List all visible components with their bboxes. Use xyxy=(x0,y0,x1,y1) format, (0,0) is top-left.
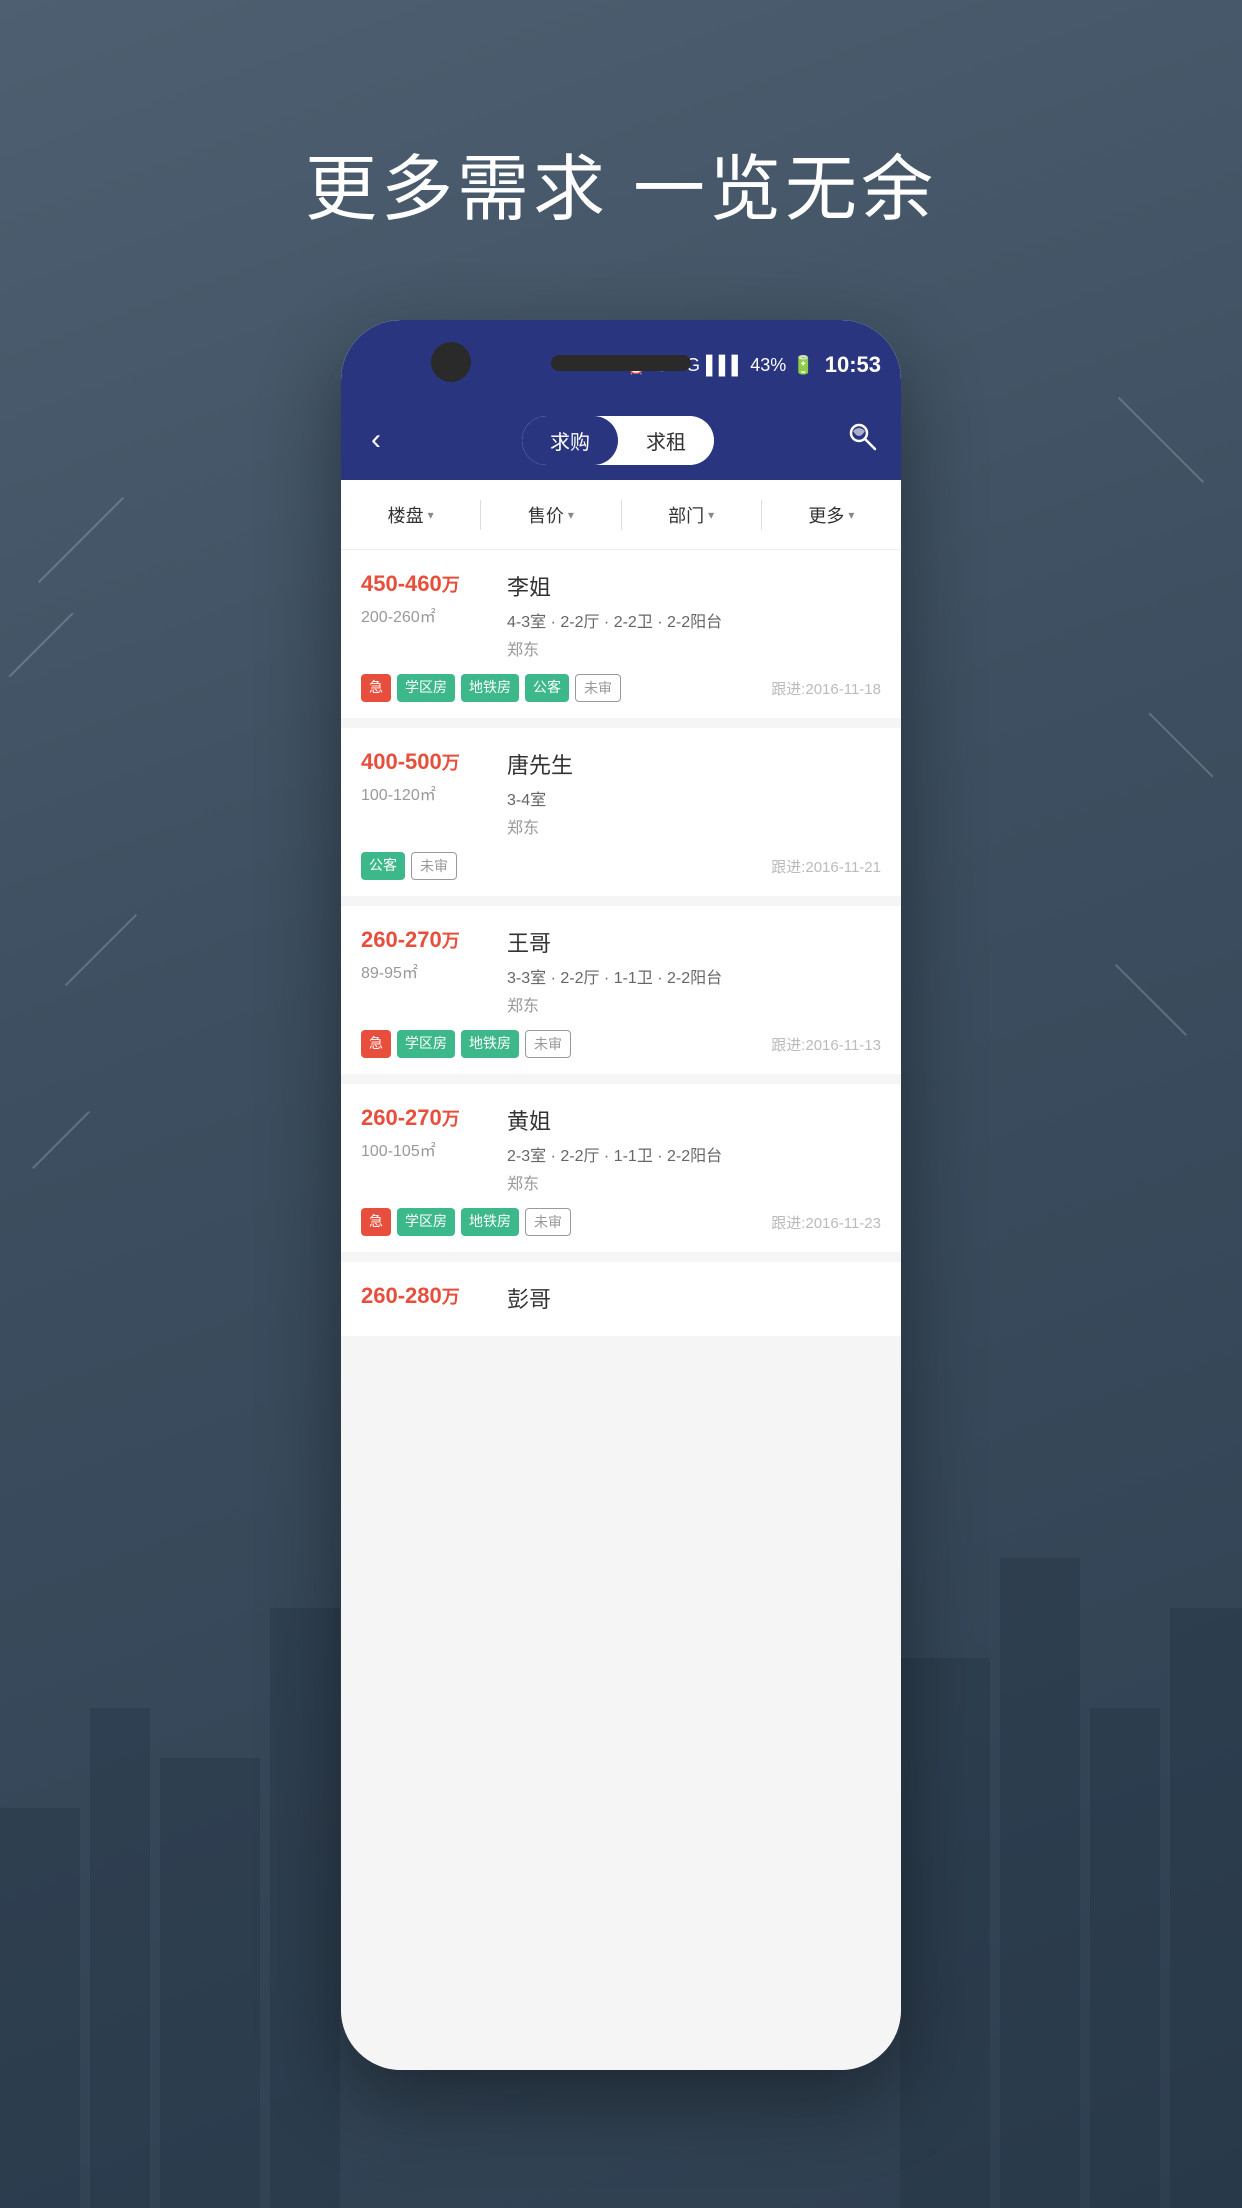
tab-rent[interactable]: 求租 xyxy=(618,416,714,465)
listing-price-area: 260-270万 100-105㎡ xyxy=(361,1104,491,1194)
listing-price-area: 260-270万 89-95㎡ xyxy=(361,926,491,1016)
listing-price-area: 400-500万 100-120㎡ xyxy=(361,748,491,838)
listing-tags: 急 学区房 地铁房 公客 未审 xyxy=(361,674,621,702)
filter-dept[interactable]: 部门 ▾ xyxy=(622,480,761,549)
listing-card[interactable]: 450-460万 200-260㎡ 李姐 4-3室 · 2-2厅 · 2-2卫 … xyxy=(341,550,901,718)
filter-more[interactable]: 更多 ▾ xyxy=(762,480,901,549)
listing-price-area: 260-280万 xyxy=(361,1282,491,1320)
filter-price[interactable]: 售价 ▾ xyxy=(481,480,620,549)
filter-building[interactable]: 楼盘 ▾ xyxy=(341,480,480,549)
listing-card[interactable]: 260-280万 彭哥 xyxy=(341,1262,901,1336)
listing-card[interactable]: 400-500万 100-120㎡ 唐先生 3-4室 郑东 公客 未审 xyxy=(341,728,901,896)
tab-buy[interactable]: 求购 xyxy=(522,416,618,465)
battery-icon: 🔋 xyxy=(792,355,814,376)
listing-tags: 急 学区房 地铁房 未审 xyxy=(361,1030,571,1058)
nav-tabs: 求购 求租 xyxy=(522,416,714,465)
listing-tags: 急 学区房 地铁房 未审 xyxy=(361,1208,571,1236)
nav-bar: ‹ 求购 求租 xyxy=(341,400,901,480)
listing-card[interactable]: 260-270万 89-95㎡ 王哥 3-3室 · 2-2厅 · 1-1卫 · … xyxy=(341,906,901,1074)
signal-icon: ▌▌▌ xyxy=(706,355,744,376)
filter-bar: 楼盘 ▾ 售价 ▾ 部门 ▾ 更多 ▾ xyxy=(341,480,901,550)
phone-camera xyxy=(431,342,471,382)
back-button[interactable]: ‹ xyxy=(361,413,391,467)
page-title: 更多需求 一览无余 xyxy=(0,130,1242,235)
listing-price-area: 450-460万 200-260㎡ xyxy=(361,570,491,660)
time-display: 10:53 xyxy=(825,352,881,378)
phone-frame: ⏰ ① 4G ▌▌▌ 43% 🔋 10:53 ‹ 求购 求租 xyxy=(341,320,901,2070)
content-area: 450-460万 200-260㎡ 李姐 4-3室 · 2-2厅 · 2-2卫 … xyxy=(341,550,901,2070)
listing-card[interactable]: 260-270万 100-105㎡ 黄姐 2-3室 · 2-2厅 · 1-1卫 … xyxy=(341,1084,901,1252)
map-button[interactable] xyxy=(845,419,881,462)
listing-tags: 公客 未审 xyxy=(361,852,457,880)
phone-speaker xyxy=(551,355,691,371)
battery-label: 43% xyxy=(750,355,786,376)
